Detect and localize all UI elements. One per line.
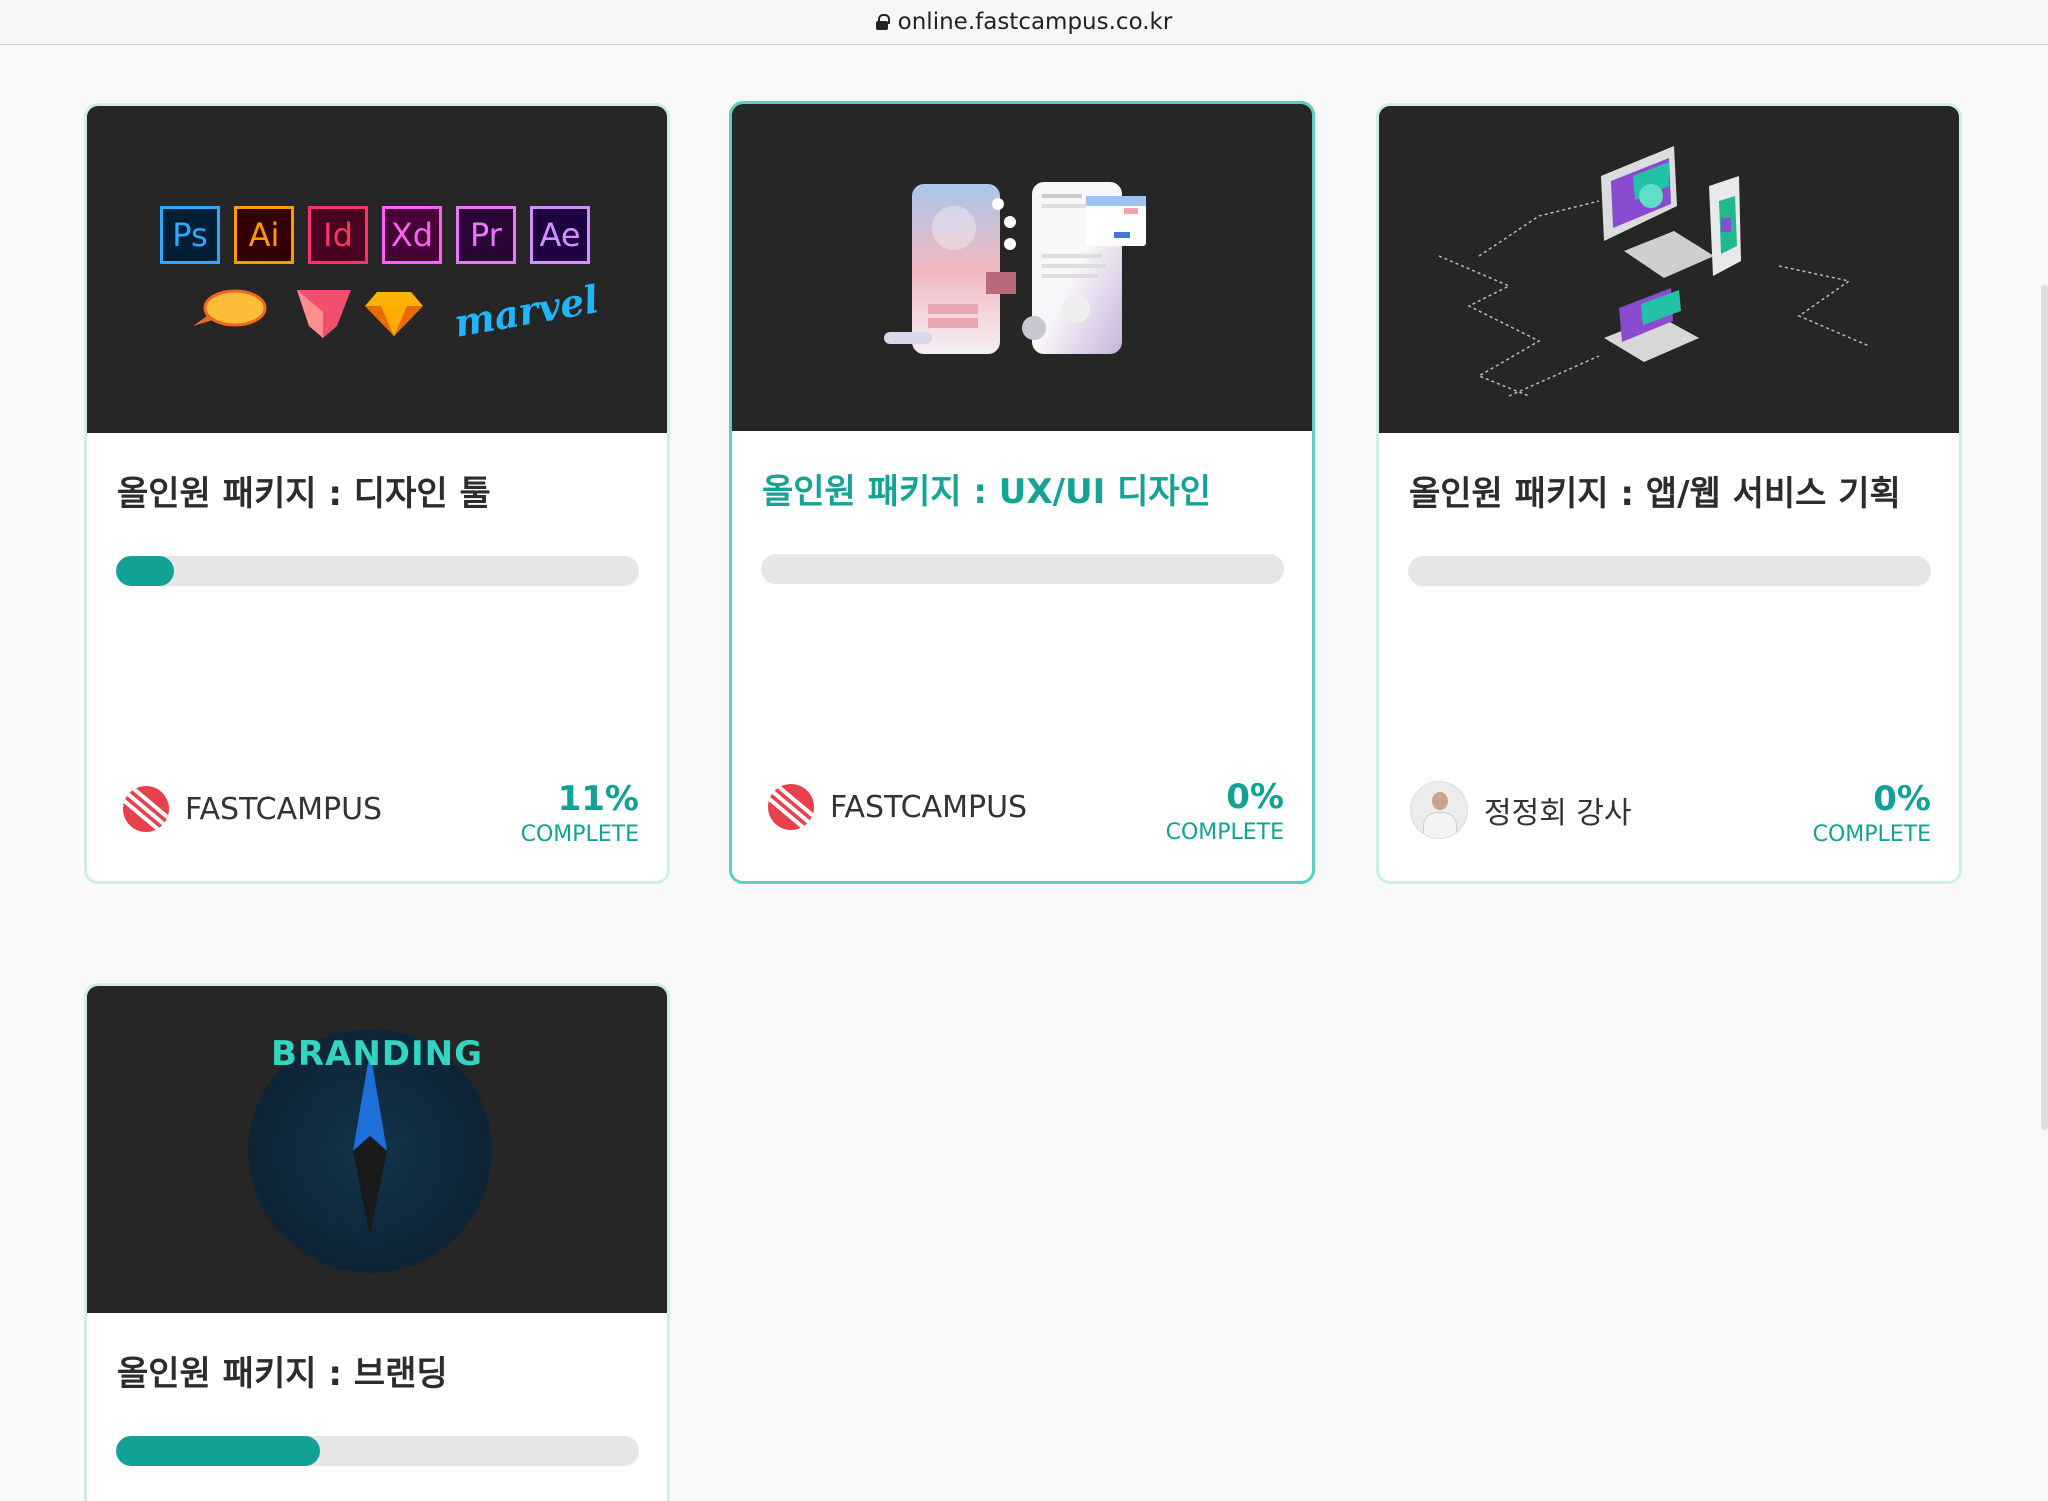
page-scrollbar[interactable] [2041, 285, 2048, 1130]
course-card-design-tools[interactable]: Ps Ai Id Xd Pr Ae marvel 올인원 패키지: 디자인 툴… [84, 103, 670, 884]
course-owner: FASTCAMPUS [768, 784, 1027, 830]
fastcampus-logo-icon [123, 786, 169, 832]
progress-track [1408, 556, 1931, 586]
course-title: 올인원 패키지 : UX/UI 디자인 [762, 472, 1211, 512]
fastcampus-logo-icon [768, 784, 814, 830]
course-title: 올인원 패키지 : 브랜딩 [117, 1354, 448, 1394]
owner-name: FASTCAMPUS [185, 791, 383, 827]
course-card-app-web-planning[interactable]: 올인원 패키지 : 앱/웹 서비스 기획 정정회 강사 0% COMPLETE [1376, 103, 1962, 884]
progress-fill [116, 1436, 320, 1466]
complete-label: COMPLETE [520, 822, 639, 847]
course-title: 올인원 패키지 : 디자인 툴 [117, 474, 491, 514]
progress-summary: 0% COMPLETE [1813, 782, 1931, 847]
instructor-avatar [1410, 781, 1468, 839]
progress-track [116, 1436, 639, 1466]
url-text: online.fastcampus.co.kr [897, 9, 1173, 35]
progress-track [761, 554, 1284, 584]
address-bar[interactable]: online.fastcampus.co.kr [0, 0, 2048, 45]
course-owner: 정정회 강사 [1410, 781, 1632, 839]
course-title: 올인원 패키지 : 앱/웹 서비스 기획 [1409, 474, 1901, 514]
owner-name: 정정회 강사 [1484, 796, 1632, 831]
course-thumbnail: BRANDING [87, 986, 667, 1313]
complete-label: COMPLETE [1812, 822, 1931, 847]
progress-summary: 0% COMPLETE [1166, 780, 1284, 845]
progress-track [116, 556, 639, 586]
phone-mockup-illustration [884, 182, 1146, 354]
lock-icon [875, 14, 890, 30]
zeplin-icon [193, 289, 267, 327]
owner-name: FASTCAMPUS [830, 789, 1028, 825]
course-thumbnail [732, 104, 1312, 431]
course-owner: FASTCAMPUS [123, 786, 382, 832]
progress-percent: 11% [557, 779, 639, 819]
course-card-branding[interactable]: BRANDING 올인원 패키지 : 브랜딩 [84, 983, 670, 1501]
progress-summary: 11% COMPLETE [521, 782, 639, 847]
progress-fill [116, 556, 174, 586]
sketch-icon [365, 292, 423, 336]
isometric-devices-illustration [1438, 146, 1870, 397]
progress-percent: 0% [1873, 779, 1931, 819]
course-card-uxui-design[interactable]: 올인원 패키지 : UX/UI 디자인 FASTCAMPUS 0% COMPLE… [729, 101, 1315, 884]
course-thumbnail: Ps Ai Id Xd Pr Ae marvel [87, 106, 667, 433]
progress-percent: 0% [1226, 777, 1284, 817]
thumbnail-text: BRANDING [270, 1034, 484, 1074]
tool-logos: marvel [193, 276, 602, 346]
marvel-logo: marvel [451, 276, 602, 346]
course-thumbnail [1379, 106, 1959, 433]
complete-label: COMPLETE [1165, 820, 1284, 845]
framer-icon [297, 290, 351, 338]
